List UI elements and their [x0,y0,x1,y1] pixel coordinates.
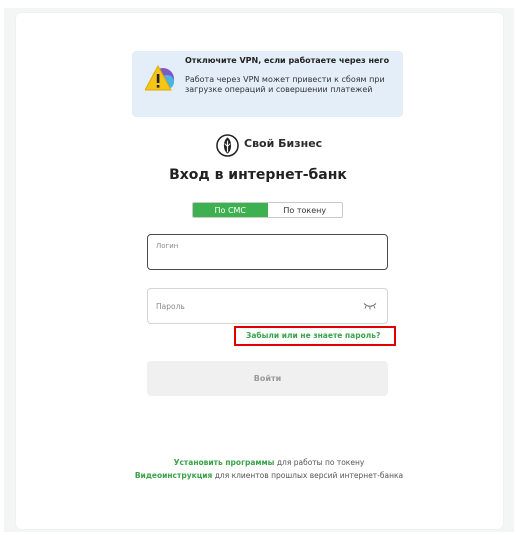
install-programs-link[interactable]: Установить программы [174,458,275,467]
login-label: Логин [156,242,179,250]
brand-logo [216,134,239,157]
warning-icon [145,64,174,91]
auth-method-tabs: По СМС По токену [192,202,343,218]
password-label: Пароль [156,302,185,311]
eye-closed-icon[interactable] [363,302,377,310]
brand-name: Свой Бизнес [244,137,323,150]
tab-token[interactable]: По токену [267,203,342,217]
login-input[interactable]: Логин [147,234,388,270]
video-instruction-link[interactable]: Видеоинструкция [135,471,212,480]
vpn-notice-title: Отключите VPN, если работаете через него [185,56,390,65]
page-title: Вход в интернет-банк [169,167,347,183]
vpn-notice: Отключите VPN, если работаете через него… [132,51,403,117]
footer-line-video: Видеоинструкция для клиентов прошлых вер… [128,471,410,482]
forgot-password-link[interactable]: Забыли или не знаете пароль? [246,331,380,340]
footer-line-install: Установить программы для работы по токен… [128,458,410,469]
password-input[interactable]: Пароль [147,288,388,324]
vpn-notice-body: Работа через VPN может привести к сбоям … [185,75,385,94]
install-programs-text: для работы по токену [274,458,365,467]
login-button[interactable]: Войти [147,361,388,396]
tab-sms[interactable]: По СМС [193,203,268,217]
video-instruction-text: для клиентов прошлых версий интернет-бан… [212,471,404,480]
